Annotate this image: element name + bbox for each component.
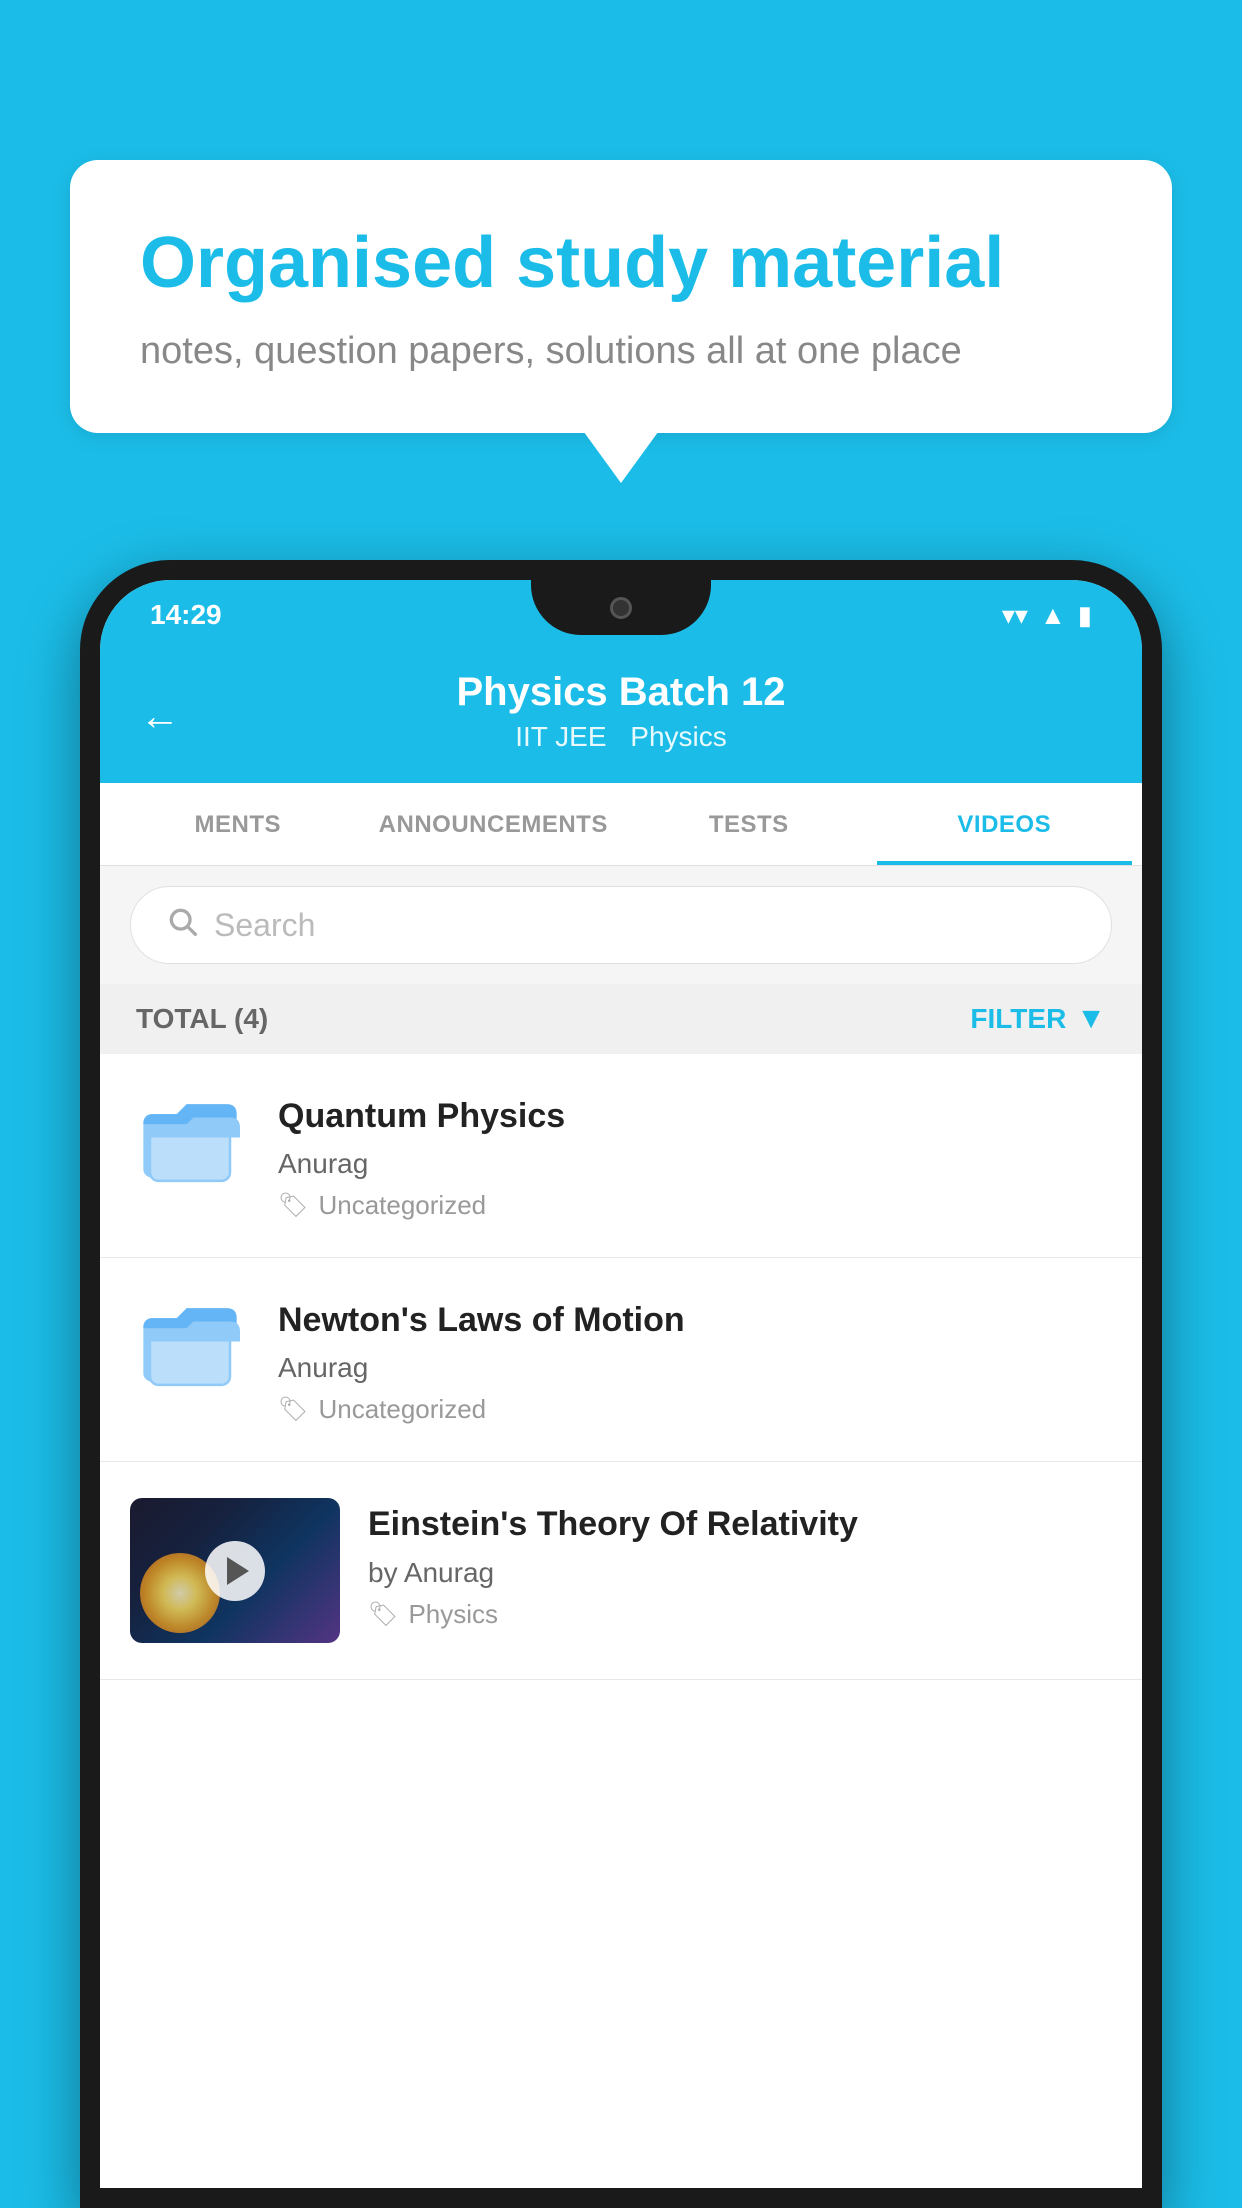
batch-title: Physics Batch 12 (140, 670, 1102, 715)
tag-icon-3: 🏷 (368, 1600, 398, 1629)
video-author-2: Anurag (278, 1352, 1112, 1384)
search-icon (166, 905, 198, 945)
video-info-3: Einstein's Theory Of Relativity by Anura… (368, 1498, 1112, 1629)
search-bar[interactable]: Search (130, 886, 1112, 964)
speech-bubble-container: Organised study material notes, question… (70, 160, 1172, 433)
video-thumbnail-3 (130, 1498, 340, 1643)
camera-dot (610, 597, 632, 619)
batch-tags: IIT JEE Physics (140, 721, 1102, 753)
phone-frame: 14:29 ▾▾ ▲ ▮ ← Physics Batch 12 IIT JEE … (80, 560, 1162, 2208)
video-author-3: by Anurag (368, 1557, 1112, 1589)
video-tag-1: 🏷 Uncategorized (278, 1190, 1112, 1221)
video-author-1: Anurag (278, 1148, 1112, 1180)
video-tag-3: 🏷 Physics (368, 1599, 1112, 1630)
status-time: 14:29 (150, 599, 222, 631)
filter-button[interactable]: FILTER ▼ (970, 1002, 1106, 1036)
back-button[interactable]: ← (140, 694, 180, 739)
search-placeholder: Search (214, 907, 315, 944)
folder-thumbnail-1 (130, 1090, 250, 1190)
video-title-1: Quantum Physics (278, 1094, 1112, 1138)
tab-tests[interactable]: TESTS (621, 783, 877, 865)
notch (531, 580, 711, 635)
phone-screen: 14:29 ▾▾ ▲ ▮ ← Physics Batch 12 IIT JEE … (100, 580, 1142, 2188)
video-info-1: Quantum Physics Anurag 🏷 Uncategorized (278, 1090, 1112, 1221)
filter-bar: TOTAL (4) FILTER ▼ (100, 984, 1142, 1054)
tag-icon-2: 🏷 (278, 1395, 308, 1424)
folder-thumbnail-2 (130, 1294, 250, 1394)
status-bar: 14:29 ▾▾ ▲ ▮ (100, 580, 1142, 650)
list-item[interactable]: Newton's Laws of Motion Anurag 🏷 Uncateg… (100, 1258, 1142, 1462)
speech-bubble: Organised study material notes, question… (70, 160, 1172, 433)
total-count: TOTAL (4) (136, 1003, 268, 1035)
bubble-subtitle: notes, question papers, solutions all at… (140, 330, 1102, 373)
batch-tag-iitjee: IIT JEE (515, 721, 606, 752)
top-bar: ← Physics Batch 12 IIT JEE Physics (100, 650, 1142, 783)
list-item[interactable]: Quantum Physics Anurag 🏷 Uncategorized (100, 1054, 1142, 1258)
wifi-icon: ▾▾ (1002, 600, 1028, 631)
play-triangle (227, 1557, 249, 1585)
play-button-3[interactable] (205, 1541, 265, 1601)
filter-icon: ▼ (1076, 1002, 1106, 1036)
signal-icon: ▲ (1040, 600, 1066, 631)
status-icons: ▾▾ ▲ ▮ (1002, 600, 1092, 631)
video-title-3: Einstein's Theory Of Relativity (368, 1502, 1112, 1546)
video-list: Quantum Physics Anurag 🏷 Uncategorized (100, 1054, 1142, 1680)
tab-ments[interactable]: MENTS (110, 783, 366, 865)
tab-bar: MENTS ANNOUNCEMENTS TESTS VIDEOS (100, 783, 1142, 866)
video-tag-2: 🏷 Uncategorized (278, 1394, 1112, 1425)
bubble-title: Organised study material (140, 220, 1102, 306)
tab-announcements[interactable]: ANNOUNCEMENTS (366, 783, 622, 865)
video-info-2: Newton's Laws of Motion Anurag 🏷 Uncateg… (278, 1294, 1112, 1425)
search-container: Search (100, 866, 1142, 984)
tag-icon-1: 🏷 (278, 1191, 308, 1220)
video-title-2: Newton's Laws of Motion (278, 1298, 1112, 1342)
batch-tag-physics: Physics (630, 721, 726, 752)
battery-icon: ▮ (1078, 600, 1092, 631)
tab-videos[interactable]: VIDEOS (877, 783, 1133, 865)
list-item[interactable]: Einstein's Theory Of Relativity by Anura… (100, 1462, 1142, 1680)
